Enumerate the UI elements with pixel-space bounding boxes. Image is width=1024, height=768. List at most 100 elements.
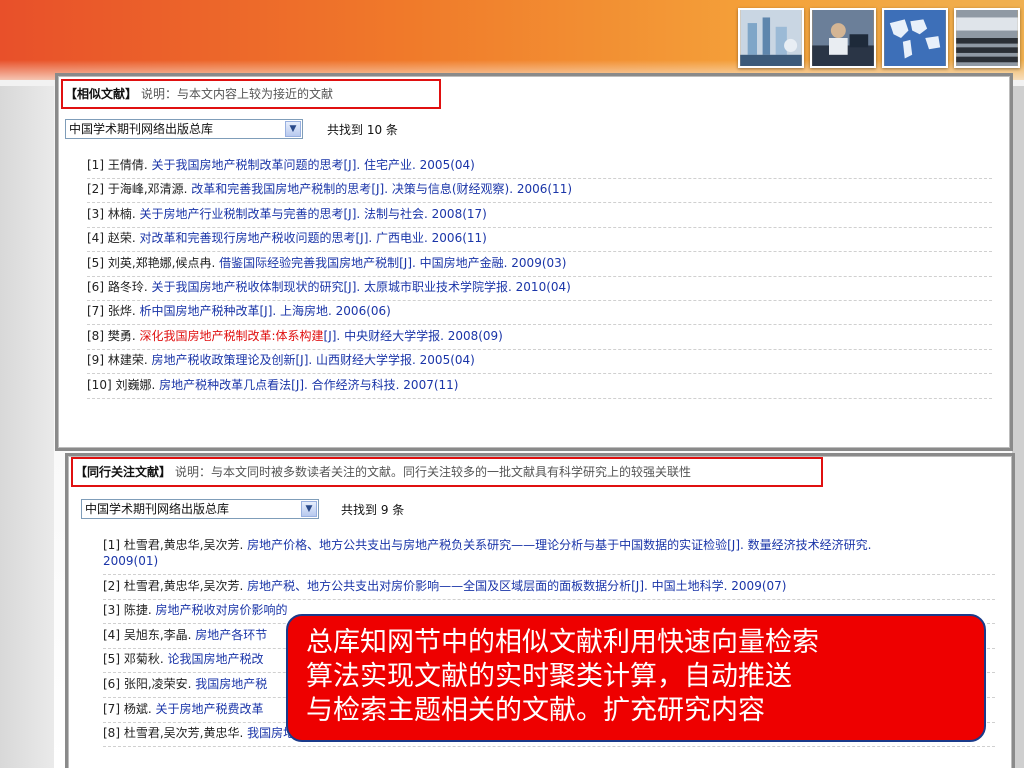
reference-title-link[interactable]: 借鉴国际经验完善我国房地产税制 (219, 256, 399, 270)
reference-item: [8] 樊勇. 深化我国房地产税制改革:体系构建[J]. 中央财经大学学报. 2… (87, 328, 992, 350)
reference-item: [5] 刘英,郑艳娜,候点冉. 借鉴国际经验完善我国房地产税制[J]. 中国房地… (87, 255, 992, 277)
chevron-down-icon[interactable]: ▼ (285, 121, 301, 137)
reference-journal-link[interactable]: [J]. 中国房地产金融. 2009(03) (399, 256, 566, 270)
reference-number: [1] (87, 158, 104, 172)
reference-journal-link[interactable]: [J]. 上海房地. 2006(06) (260, 304, 391, 318)
reference-journal-link[interactable]: [J]. 山西财经大学学报. 2005(04) (296, 353, 475, 367)
reference-journal-link[interactable]: [J]. 法制与社会. 2008(17) (344, 207, 487, 221)
reference-title-link[interactable]: 房地产税种改革几点看法 (159, 378, 291, 392)
reference-number: [3] (87, 206, 104, 221)
reference-journal-link[interactable]: [J]. 太原城市职业技术学院学报. 2010(04) (344, 280, 571, 294)
reference-item: [9] 林建荣. 房地产税收政策理论及创新[J]. 山西财经大学学报. 2005… (87, 352, 992, 375)
reference-journal-link[interactable]: [J]. 广西电业. 2006(11) (356, 231, 487, 245)
reference-number: [4] (103, 627, 120, 642)
reference-journal-year[interactable]: 2009(01) (103, 554, 158, 568)
reference-title-link[interactable]: 我国房地产税 (195, 677, 267, 691)
similar-literature-desc: 说明：与本文内容上较为接近的文献 (141, 87, 334, 101)
slide-left-strip (0, 86, 54, 768)
callout-box: 总库知网节中的相似文献利用快速向量检索 算法实现文献的实时聚类计算，自动推送 与… (286, 614, 986, 742)
reference-title-link[interactable]: 房地产税收对房价影响的 (155, 603, 287, 617)
reference-title-link[interactable]: 改革和完善我国房地产税制的思考 (191, 182, 371, 196)
reference-number: [10] (87, 377, 112, 392)
callout-line-2: 算法实现文献的实时聚类计算，自动推送 (306, 661, 792, 692)
reference-number: [2] (87, 182, 104, 197)
reference-title-link[interactable]: 关于房地产税费改革 (155, 702, 263, 716)
lecture-hall-photo (954, 8, 1020, 68)
reference-authors: 樊勇. (107, 328, 136, 343)
found-count: 共找到 9 条 (341, 503, 405, 517)
similar-literature-title: 【相似文献】 (65, 87, 138, 101)
reference-number: [6] (103, 677, 120, 691)
reference-number: [7] (103, 701, 120, 716)
reference-item: [7] 张烨. 析中国房地产税种改革[J]. 上海房地. 2006(06) (87, 303, 992, 326)
reference-item: [10] 刘巍娜. 房地产税种改革几点看法[J]. 合作经济与科技. 2007(… (87, 377, 992, 399)
reference-item: [2] 于海峰,邓清源. 改革和完善我国房地产税制的思考[J]. 决策与信息(财… (87, 181, 992, 204)
chevron-down-icon[interactable]: ▼ (301, 501, 317, 517)
reference-number: [6] (87, 280, 104, 294)
reference-journal-link[interactable]: [J]. 合作经济与科技. 2007(11) (291, 378, 458, 392)
reference-number: [5] (87, 255, 104, 270)
database-select-value: 中国学术期刊网络出版总库 (69, 122, 214, 136)
reference-title-link[interactable]: 论我国房地产税改 (167, 652, 263, 666)
database-select[interactable]: 中国学术期刊网络出版总库 ▼ (81, 499, 319, 519)
reference-title-link[interactable]: 房地产价格、地方公共支出与房地产税负关系研究——理论分析与基于中国数据的实证检验 (247, 538, 727, 552)
reference-authors: 赵荣. (107, 231, 136, 246)
similar-literature-panel: 【相似文献】 说明：与本文内容上较为接近的文献 中国学术期刊网络出版总库 ▼ 共找… (58, 76, 1010, 448)
reference-title-link[interactable]: 关于我国房地产税制改革问题的思考 (151, 158, 343, 172)
reference-number: [4] (87, 231, 104, 246)
reference-title-link[interactable]: 对改革和完善现行房地产税收问题的思考 (139, 231, 355, 245)
reference-title-link[interactable]: 房地产各环节 (195, 628, 267, 642)
slide-right-strip (1012, 86, 1024, 768)
reference-number: [8] (103, 726, 120, 741)
reference-item: [1] 杜雪君,黄忠华,吴次芳. 房地产价格、地方公共支出与房地产税负关系研究—… (103, 537, 995, 575)
reference-number: [9] (87, 353, 104, 368)
reference-number: [1] (103, 538, 120, 552)
callout-line-1: 总库知网节中的相似文献利用快速向量检索 (306, 627, 819, 658)
reference-number: [3] (103, 603, 120, 618)
reference-authors: 张烨. (107, 304, 136, 319)
cofocus-literature-desc: 说明：与本文同时被多数读者关注的文献。同行关注较多的一批文献具有科学研究上的较强… (175, 465, 692, 479)
reference-authors: 张阳,凌荣安. (123, 677, 192, 691)
reference-number: [5] (103, 652, 120, 667)
reference-authors: 陈捷. (123, 603, 152, 618)
reference-number: [2] (103, 578, 120, 593)
cofocus-literature-title: 【同行关注文献】 (75, 465, 172, 479)
reference-journal-link[interactable]: [J]. 中国土地科学. 2009(07) (631, 579, 786, 593)
reference-authors: 于海峰,邓清源. (107, 182, 188, 197)
reference-authors: 杜雪君,黄忠华,吴次芳. (123, 578, 244, 593)
reference-title-link[interactable]: 深化我国房地产税制改革:体系构建 (139, 329, 323, 343)
reference-journal-link[interactable]: [J]. 住宅产业. 2005(04) (344, 158, 475, 172)
reference-title-link[interactable]: 关于我国房地产税收体制现状的研究 (151, 280, 343, 294)
reference-authors: 杜雪君,吴次芳,黄忠华. (123, 726, 244, 741)
reference-item: [3] 林楠. 关于房地产行业税制改革与完善的思考[J]. 法制与社会. 200… (87, 206, 992, 228)
reference-authors: 林楠. (107, 206, 136, 221)
reference-authors: 吴旭东,李晶. (123, 627, 192, 642)
reference-title-link[interactable]: 关于房地产行业税制改革与完善的思考 (139, 207, 343, 221)
reference-authors: 王倩倩. (107, 158, 148, 172)
reference-journal-link[interactable]: [J]. 数量经济技术经济研究. (727, 538, 871, 552)
reference-number: [8] (87, 328, 104, 343)
reference-item: [6] 路冬玲. 关于我国房地产税收体制现状的研究[J]. 太原城市职业技术学院… (87, 279, 992, 301)
office-photo (810, 8, 876, 68)
reference-item: [1] 王倩倩. 关于我国房地产税制改革问题的思考[J]. 住宅产业. 2005… (87, 157, 992, 179)
reference-number: [7] (87, 304, 104, 319)
reference-journal-link[interactable]: [J]. 决策与信息(财经观察). 2006(11) (371, 182, 572, 196)
reference-journal-link[interactable]: [J]. 中央财经大学学报. 2008(09) (324, 329, 503, 343)
similar-literature-header: 【相似文献】 说明：与本文内容上较为接近的文献 (61, 79, 441, 109)
reference-authors: 杨斌. (123, 701, 152, 716)
reference-title-link[interactable]: 房地产税、地方公共支出对房价影响——全国及区域层面的面板数据分析 (247, 579, 631, 593)
callout-line-3: 与检索主题相关的文献。扩充研究内容 (306, 695, 765, 726)
reference-authors: 路冬玲. (107, 280, 148, 294)
reference-title-link[interactable]: 房地产税收政策理论及创新 (151, 353, 295, 367)
reference-item: [4] 赵荣. 对改革和完善现行房地产税收问题的思考[J]. 广西电业. 200… (87, 230, 992, 253)
cofocus-literature-header: 【同行关注文献】 说明：与本文同时被多数读者关注的文献。同行关注较多的一批文献具有… (71, 457, 823, 487)
reference-authors: 刘巍娜. (115, 377, 156, 392)
database-select[interactable]: 中国学术期刊网络出版总库 ▼ (65, 119, 303, 139)
reference-authors: 林建荣. (107, 353, 148, 368)
reference-item: [2] 杜雪君,黄忠华,吴次芳. 房地产税、地方公共支出对房价影响——全国及区域… (103, 578, 995, 600)
world-map-photo (882, 8, 948, 68)
reference-title-link[interactable]: 析中国房地产税种改革 (139, 304, 259, 318)
database-select-value: 中国学术期刊网络出版总库 (85, 502, 230, 516)
reference-authors: 邓菊秋. (123, 652, 164, 667)
lab-photo (738, 8, 804, 68)
